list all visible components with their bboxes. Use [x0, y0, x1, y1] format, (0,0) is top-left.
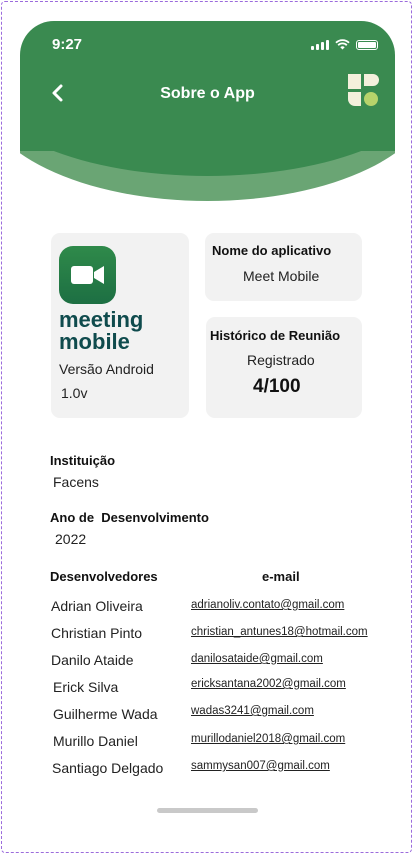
developer-name: Danilo Ataide	[51, 652, 134, 668]
home-indicator[interactable]	[157, 808, 258, 813]
version-number: 1.0v	[61, 385, 88, 401]
meeting-history-label: Histórico de Reunião	[210, 328, 341, 343]
app-name-line2: mobile	[59, 329, 130, 354]
developer-email-link[interactable]: ericksantana2002@gmail.com	[191, 678, 346, 690]
meeting-history-status: Registrado	[247, 352, 315, 368]
app-name-card-value: Meet Mobile	[243, 268, 320, 284]
email-header: e-mail	[262, 569, 300, 584]
battery-icon	[356, 40, 378, 50]
app-name-card: Nome do aplicativo Meet Mobile	[205, 233, 362, 301]
developer-email-link[interactable]: sammysan007@gmail.com	[191, 760, 330, 772]
developer-email-link[interactable]: wadas3241@gmail.com	[191, 705, 314, 717]
institution-label: Instituição	[50, 453, 116, 468]
developer-email-link[interactable]: danilosataide@gmail.com	[191, 653, 323, 665]
page-title: Sobre o App	[160, 85, 255, 102]
developer-name: Adrian Oliveira	[51, 598, 143, 614]
app-logo-icon	[348, 74, 379, 106]
year-label: Ano de Desenvolvimento	[50, 510, 209, 525]
developer-name: Santiago Delgado	[52, 760, 164, 776]
developer-name: Murillo Daniel	[53, 733, 138, 749]
app-name-card-label: Nome do aplicativo	[212, 243, 332, 258]
developer-email-link[interactable]: adrianoliv.contato@gmail.com	[191, 599, 344, 611]
institution-value: Facens	[53, 474, 99, 490]
meeting-history-count: 4/100	[253, 376, 301, 397]
phone-screen: 9:27 Sobre o App meeting mobile Versão A…	[20, 21, 395, 830]
developer-name: Erick Silva	[53, 679, 119, 695]
developer-name: Christian Pinto	[51, 625, 143, 641]
signal-icon	[311, 40, 329, 50]
status-time: 9:27	[52, 36, 83, 53]
developer-email-link[interactable]: christian_antunes18@hotmail.com	[191, 626, 368, 638]
app-info-card: meeting mobile Versão Android 1.0v	[51, 233, 189, 418]
status-icons	[311, 39, 378, 50]
version-label: Versão Android	[59, 361, 154, 377]
app-name-line1: meeting	[59, 307, 144, 332]
year-value: 2022	[55, 531, 87, 547]
video-camera-icon	[71, 266, 104, 284]
meeting-history-card: Histórico de Reunião Registrado 4/100	[206, 317, 362, 418]
wifi-icon	[335, 39, 350, 50]
developers-header: Desenvolvedores	[50, 569, 158, 584]
developer-name: Guilherme Wada	[53, 706, 158, 722]
app-name: meeting mobile	[59, 309, 143, 353]
status-bar: 9:27	[20, 21, 395, 65]
app-icon	[59, 246, 116, 304]
developer-email-link[interactable]: murillodaniel2018@gmail.com	[191, 733, 345, 745]
